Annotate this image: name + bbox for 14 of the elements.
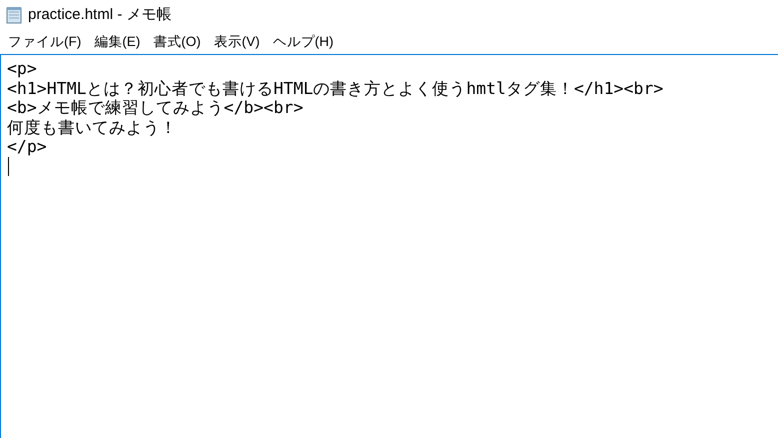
window-title: practice.html - メモ帳 [28, 4, 172, 25]
text-line: <b>メモ帳で練習してみよう</b><br> [7, 98, 304, 118]
text-cursor [8, 156, 9, 176]
menu-item[interactable]: ヘルプ(H) [266, 32, 340, 52]
text-line: 何度も書いてみよう！ [7, 118, 177, 137]
text-line: <p> [7, 59, 37, 78]
menu-item[interactable]: ファイル(F) [2, 32, 88, 52]
menu-item[interactable]: 表示(V) [208, 32, 266, 52]
menu-item[interactable]: 書式(O) [147, 32, 207, 52]
text-line: <h1>HTMLとは？初心者でも書けるHTMLの書き方とよく使うhmtlタグ集！</h1><br> [7, 78, 664, 98]
text-editor[interactable]: <p> <h1>HTMLとは？初心者でも書けるHTMLの書き方とよく使うhmtlタグ集！</h1><br> <b>メモ帳で練習してみよう</b><br> 何度も書いてみよう！ </p> [0, 54, 778, 438]
menu-item[interactable]: 編集(E) [88, 32, 146, 52]
notepad-icon [6, 6, 22, 24]
text-line: </p> [7, 137, 47, 156]
